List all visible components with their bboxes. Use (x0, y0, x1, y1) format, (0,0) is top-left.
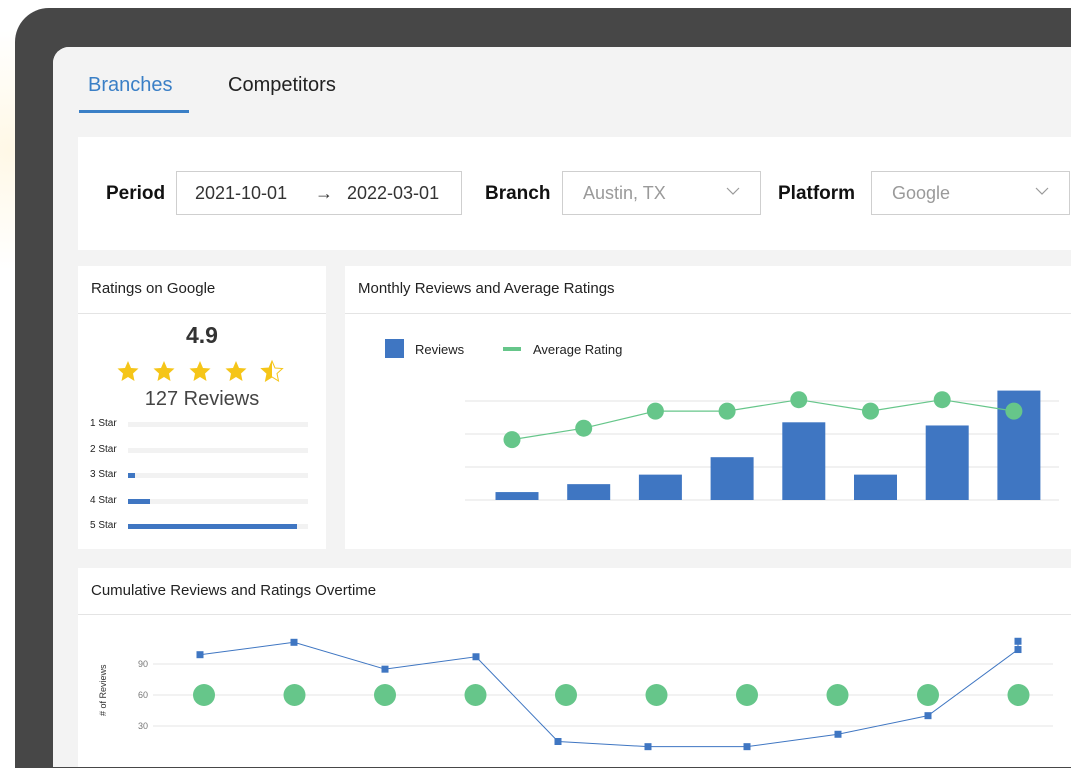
cumulative-reviews-point (834, 730, 842, 738)
rating-point (826, 684, 849, 706)
active-tab-indicator (79, 110, 189, 113)
rating-distribution-label: 1 Star (90, 418, 117, 429)
rating-distribution-bar (128, 524, 298, 529)
rating-distribution-bar (128, 498, 150, 504)
tab-branches[interactable]: Branches (88, 74, 173, 97)
period-start-date[interactable]: 2021-10-01 (195, 183, 287, 204)
reviews-bar (925, 425, 969, 500)
average-rating-point (575, 419, 593, 437)
ratings-panel: Ratings on Google 4.9 127 Reviews 1 Star… (78, 266, 326, 549)
y-tick-label: 60 (138, 690, 148, 700)
average-rating-point (933, 391, 951, 409)
tab-bar: Branches Competitors (53, 47, 1071, 127)
cumulative-reviews-point (1014, 637, 1022, 645)
rating-point (555, 684, 577, 706)
tab-competitors[interactable]: Competitors (228, 74, 336, 97)
star-icon (153, 361, 175, 381)
cumulative-reviews-point (743, 743, 751, 751)
average-rating-point (1005, 402, 1023, 420)
platform-select[interactable]: Google (871, 171, 1070, 215)
cumulative-reviews-point (290, 638, 298, 646)
rating-distribution-track (128, 524, 308, 529)
rating-distribution-track (128, 447, 308, 453)
cumulative-reviews-panel: Cumulative Reviews and Ratings Overtime … (78, 568, 1071, 767)
reviews-bar (638, 474, 682, 500)
average-rating: 4.9 (186, 322, 218, 348)
filter-bar: Period 2021-10-01 → 2022-03-01 Branch Au… (78, 137, 1071, 250)
monthly-reviews-panel: Monthly Reviews and Average Ratings Revi… (345, 266, 1071, 549)
rating-point (283, 684, 306, 706)
period-label: Period (106, 183, 166, 204)
branch-select[interactable]: Austin, TX (562, 171, 761, 215)
rating-distribution-row: 5 Star (90, 520, 320, 532)
ratings-panel-title: Ratings on Google (91, 280, 216, 297)
cumulative-reviews-point (924, 712, 932, 720)
y-tick-label: 90 (138, 659, 148, 669)
platform-label: Platform (778, 183, 856, 204)
period-date-range-picker[interactable]: 2021-10-01 → 2022-03-01 (176, 171, 462, 215)
monthly-reviews-chart (465, 390, 1059, 501)
rating-point (374, 684, 396, 706)
star-icon (189, 361, 211, 381)
cumulative-reviews-point (644, 743, 652, 751)
rating-distribution-track (128, 473, 308, 478)
rating-point (464, 684, 487, 706)
rating-distribution-track (128, 422, 308, 427)
cumulative-reviews-point (554, 738, 562, 745)
reviews-bar (854, 474, 897, 500)
rating-distribution-row: 3 Star (90, 469, 320, 481)
rating-distribution-row: 4 Star (90, 495, 320, 507)
average-rating-point (646, 402, 664, 420)
cumulative-reviews-point (472, 653, 480, 661)
average-rating-point (718, 402, 736, 420)
reviews-bar (567, 484, 611, 500)
rating-point (736, 684, 758, 706)
reviews-bar (495, 492, 539, 500)
average-rating-point (790, 391, 808, 409)
star-rating (117, 359, 284, 383)
cumulative-reviews-point (196, 651, 204, 659)
review-count: 127 Reviews (144, 388, 260, 410)
panel-divider (78, 313, 326, 314)
rating-distribution-label: 2 Star (90, 443, 117, 455)
rating-point (193, 684, 215, 706)
dashboard-screen: Branches Competitors Period 2021-10-01 →… (53, 47, 1071, 767)
cumulative-reviews-chart: 90 60 30 (138, 637, 1053, 751)
rating-distribution-row: 1 Star (90, 418, 320, 430)
branch-selected-value: Austin, TX (583, 183, 666, 203)
platform-selected-value: Google (892, 183, 951, 203)
y-tick-label: 30 (138, 721, 148, 731)
average-rating-point (503, 431, 521, 449)
reviews-bar (782, 422, 826, 500)
rating-distribution-row: 2 Star (90, 444, 320, 456)
cumulative-reviews-line (199, 641, 1019, 748)
cumulative-reviews-point (381, 665, 389, 673)
rating-point (1007, 684, 1030, 706)
half-star-icon (260, 359, 284, 383)
branch-label: Branch (485, 183, 551, 204)
arrow-right-icon: → (315, 183, 333, 203)
star-icon (117, 361, 139, 381)
rating-point (645, 684, 668, 706)
rating-point (917, 684, 939, 706)
period-end-date[interactable]: 2022-03-01 (347, 183, 439, 204)
chevron-down-icon (1035, 187, 1049, 195)
average-rating-point (862, 402, 879, 420)
chevron-down-icon (726, 187, 740, 195)
rating-distribution-label: 3 Star (90, 469, 117, 480)
rating-distribution-bar (128, 473, 136, 478)
rating-distribution-label: 4 Star (90, 494, 117, 506)
rating-distribution-label: 5 Star (90, 520, 117, 531)
rating-distribution-track (128, 498, 308, 504)
star-icon (225, 361, 247, 381)
cumulative-reviews-point (1014, 646, 1022, 654)
reviews-bar (710, 457, 754, 500)
